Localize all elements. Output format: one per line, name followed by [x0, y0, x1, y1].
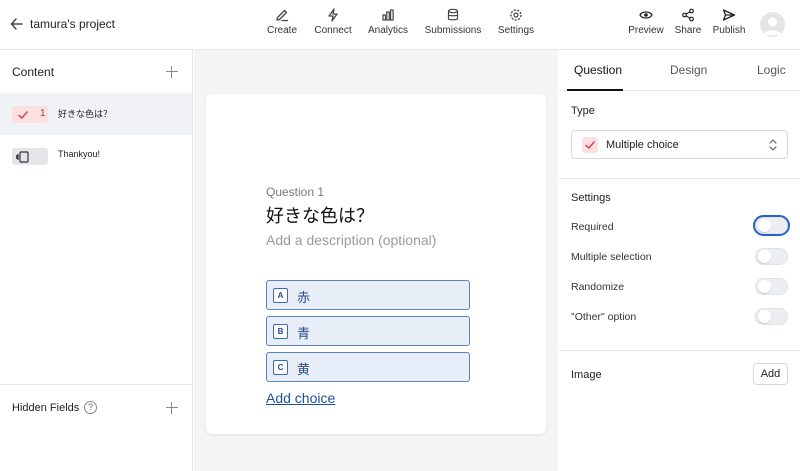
tab-logic[interactable]: Logic: [757, 63, 786, 77]
type-badge: [582, 137, 598, 153]
type-heading: Type: [571, 105, 595, 117]
question-type-select[interactable]: Multiple choice: [571, 130, 788, 159]
bar-chart-icon: [382, 9, 394, 21]
choice-key: C: [273, 360, 288, 375]
check-icon: [18, 111, 28, 119]
sidebar-item-question-1[interactable]: 1 好きな色は？: [0, 93, 192, 135]
nav-submissions-label: Submissions: [424, 25, 482, 36]
panel-tabs: Question Design Logic: [559, 50, 800, 91]
multiple-selection-toggle[interactable]: [755, 248, 788, 265]
question-card: Question 1 好きな色は？ Add a description (opt…: [206, 94, 546, 434]
required-toggle[interactable]: [753, 215, 790, 236]
setting-other-option-label: "Other" option: [571, 311, 637, 323]
nav-settings-label: Settings: [497, 25, 535, 36]
hidden-fields-label: Hidden Fields: [12, 402, 80, 414]
project-title[interactable]: tamura's project: [30, 17, 115, 31]
choice-option[interactable]: B 青: [266, 316, 470, 346]
eye-icon: [639, 11, 653, 19]
user-icon: [763, 17, 782, 35]
tab-question[interactable]: Question: [574, 63, 622, 77]
active-tab-indicator: [567, 89, 623, 91]
nav-analytics[interactable]: Analytics: [366, 8, 410, 36]
back-arrow-icon[interactable]: [10, 16, 24, 32]
share-label: Share: [674, 25, 702, 36]
content-sidebar: Content 1 好きな色は？ Thankyou! Hidden Fields…: [0, 50, 193, 471]
add-choice-link[interactable]: Add choice: [266, 390, 335, 406]
question-description[interactable]: Add a description (optional): [266, 232, 436, 248]
image-heading: Image: [571, 369, 602, 381]
lightning-icon: [328, 8, 338, 22]
choice-label[interactable]: 黄: [297, 359, 310, 378]
question-type-badge: 1: [12, 106, 48, 123]
choice-label[interactable]: 赤: [297, 287, 310, 306]
nav-connect[interactable]: Connect: [312, 8, 354, 36]
ending-screen-icon: [16, 150, 29, 163]
sidebar-divider: [0, 384, 192, 385]
sidebar-item-thankyou[interactable]: Thankyou!: [0, 135, 192, 177]
other-option-toggle[interactable]: [755, 308, 788, 325]
question-type-value: Multiple choice: [606, 139, 679, 151]
choice-key: A: [273, 288, 288, 303]
setting-randomize-label: Randomize: [571, 281, 625, 293]
question-title[interactable]: 好きな色は？: [266, 202, 374, 228]
preview-button[interactable]: Preview: [627, 8, 665, 36]
question-number-label: Question 1: [266, 185, 325, 199]
help-icon[interactable]: ?: [84, 401, 97, 414]
form-canvas: Question 1 好きな色は？ Add a description (opt…: [194, 50, 558, 471]
nav-submissions[interactable]: Submissions: [422, 8, 484, 36]
nav-create-label: Create: [266, 25, 297, 36]
publish-label: Publish: [712, 25, 746, 36]
add-content-icon[interactable]: [166, 66, 178, 78]
question-number: 1: [40, 108, 46, 119]
nav-connect-label: Connect: [314, 25, 352, 36]
check-icon: [585, 141, 595, 149]
ending-badge: [12, 148, 48, 165]
top-bar: tamura's project Create Connect Analytic…: [0, 0, 800, 50]
send-icon: [722, 9, 736, 21]
choice-key: B: [273, 324, 288, 339]
tab-design[interactable]: Design: [670, 63, 707, 77]
edit-icon: [276, 9, 289, 22]
publish-button[interactable]: Publish: [711, 8, 747, 36]
share-button[interactable]: Share: [673, 8, 703, 36]
avatar[interactable]: [760, 12, 785, 37]
add-hidden-field-icon[interactable]: [166, 402, 178, 414]
sidebar-item-label: 好きな色は？: [58, 109, 113, 119]
choice-label[interactable]: 青: [297, 323, 310, 342]
sidebar-item-label: Thankyou!: [58, 149, 101, 159]
gear-icon: [510, 9, 522, 21]
nav-settings[interactable]: Settings: [495, 8, 537, 36]
settings-heading: Settings: [571, 192, 611, 204]
nav-analytics-label: Analytics: [367, 25, 408, 36]
add-image-button[interactable]: Add: [753, 363, 788, 385]
setting-required-label: Required: [571, 221, 614, 233]
sidebar-heading: Content: [12, 65, 55, 79]
choice-option[interactable]: C 黄: [266, 352, 470, 382]
properties-panel: Question Design Logic Type Multiple choi…: [559, 50, 800, 471]
choice-option[interactable]: A 赤: [266, 280, 470, 310]
preview-label: Preview: [628, 25, 664, 36]
nav-create[interactable]: Create: [262, 8, 302, 36]
panel-divider: [559, 178, 800, 179]
panel-divider: [559, 350, 800, 351]
share-icon: [682, 8, 694, 22]
chevron-up-down-icon: [769, 139, 777, 151]
randomize-toggle[interactable]: [755, 278, 788, 295]
setting-multiple-selection-label: Multiple selection: [571, 251, 652, 263]
database-icon: [447, 8, 459, 21]
